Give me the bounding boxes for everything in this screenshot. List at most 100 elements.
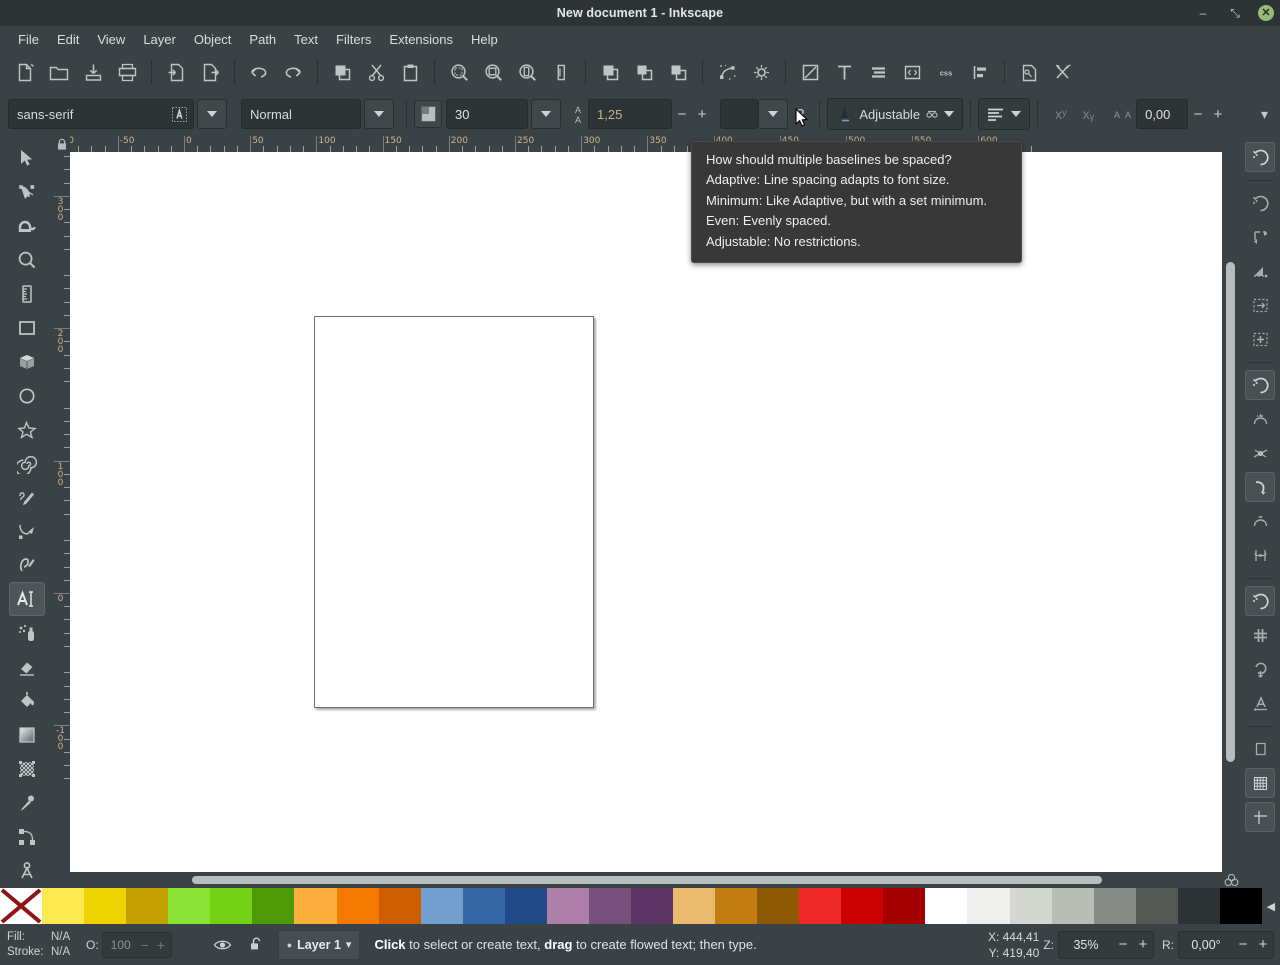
layers-dialog-icon[interactable] xyxy=(861,56,895,88)
line-spacing-input[interactable]: 1,25 xyxy=(588,99,672,129)
palette-swatch[interactable] xyxy=(337,888,379,924)
sticky-zoom-icon[interactable] xyxy=(1222,872,1240,888)
snap-bounding-box-toggle[interactable] xyxy=(1245,188,1275,218)
palette-swatch[interactable] xyxy=(757,888,799,924)
letter-spacing-increment[interactable]: + xyxy=(1208,106,1228,123)
subscript-button[interactable]: xᵧ xyxy=(1077,106,1101,122)
paste-icon[interactable] xyxy=(393,56,427,88)
new-document-icon[interactable] xyxy=(8,56,42,88)
horizontal-scrollbar-thumb[interactable] xyxy=(192,876,1102,884)
undo-icon[interactable] xyxy=(242,56,276,88)
horizontal-scrollbar[interactable] xyxy=(70,872,1222,888)
rotation-field[interactable]: 0,00° − + xyxy=(1178,931,1274,959)
zoom-field[interactable]: 35% − + xyxy=(1058,931,1154,959)
palette-swatch[interactable] xyxy=(589,888,631,924)
palette-swatch[interactable] xyxy=(1094,888,1136,924)
rotation-decrement[interactable]: − xyxy=(1233,936,1253,953)
menu-text[interactable]: Text xyxy=(285,29,327,50)
palette-swatch[interactable] xyxy=(673,888,715,924)
fill-stroke-indicator[interactable]: Fill:N/A Stroke:N/A xyxy=(0,930,84,960)
selector-tool[interactable] xyxy=(9,141,45,175)
lpe-tool[interactable] xyxy=(9,854,45,888)
palette-swatch[interactable] xyxy=(252,888,294,924)
align-dialog-icon[interactable] xyxy=(963,56,997,88)
menu-view[interactable]: View xyxy=(88,29,134,50)
palette-scroll-arrow[interactable]: ◀ xyxy=(1262,888,1280,924)
toolbar-overflow-button[interactable]: ▾ xyxy=(1261,106,1268,123)
ellipse-tool[interactable] xyxy=(9,379,45,413)
eraser-tool[interactable] xyxy=(9,650,45,684)
redo-icon[interactable] xyxy=(276,56,310,88)
fill-stroke-dialog-icon[interactable] xyxy=(793,56,827,88)
maximize-button[interactable]: ⤡ xyxy=(1226,4,1244,22)
letter-spacing-input[interactable]: 0,00 xyxy=(1136,99,1188,129)
stroke-to-path-icon[interactable] xyxy=(744,56,778,88)
palette-swatch[interactable] xyxy=(799,888,841,924)
box3d-tool[interactable] xyxy=(9,345,45,379)
horizontal-ruler[interactable]: -150-100-5005010015020025030035040045050… xyxy=(54,136,1240,152)
zoom-tool[interactable] xyxy=(9,243,45,277)
snap-bbox-edge-midpoints-toggle[interactable] xyxy=(1245,290,1275,320)
vertical-ruler[interactable]: 4003002001000-100 xyxy=(54,152,70,872)
spiral-tool[interactable] xyxy=(9,447,45,481)
copy-icon[interactable] xyxy=(325,56,359,88)
measure-tool[interactable] xyxy=(9,277,45,311)
line-spacing-decrement[interactable]: − xyxy=(672,106,692,123)
connector-tool[interactable] xyxy=(9,820,45,854)
menu-layer[interactable]: Layer xyxy=(134,29,185,50)
snap-bbox-corners-toggle[interactable] xyxy=(1245,256,1275,286)
duplicate-icon[interactable] xyxy=(593,56,627,88)
import-icon[interactable] xyxy=(159,56,193,88)
menu-path[interactable]: Path xyxy=(240,29,285,50)
menu-object[interactable]: Object xyxy=(185,29,241,50)
layer-selector[interactable]: ● Layer 1 ▾ xyxy=(278,930,361,960)
snap-object-centers-toggle[interactable] xyxy=(1245,620,1275,650)
palette-swatch[interactable] xyxy=(715,888,757,924)
node-tool[interactable] xyxy=(9,175,45,209)
menu-edit[interactable]: Edit xyxy=(48,29,88,50)
palette-swatch[interactable] xyxy=(925,888,967,924)
rotation-increment[interactable]: + xyxy=(1253,936,1273,953)
pencil-tool[interactable] xyxy=(9,481,45,515)
cut-icon[interactable] xyxy=(359,56,393,88)
palette-swatch[interactable] xyxy=(1010,888,1052,924)
palette-swatch[interactable] xyxy=(505,888,547,924)
gradient-tool[interactable] xyxy=(9,718,45,752)
close-button[interactable]: ✕ xyxy=(1258,5,1274,21)
opacity-control[interactable]: O: 100 − + xyxy=(86,932,172,958)
snap-to-cusp-nodes-toggle[interactable] xyxy=(1245,472,1275,502)
snap-paths-toggle[interactable] xyxy=(1245,404,1275,434)
palette-swatch[interactable] xyxy=(1220,888,1262,924)
zoom-increment[interactable]: + xyxy=(1133,936,1153,953)
snap-guides-toggle[interactable] xyxy=(1245,802,1275,832)
font-style-input[interactable]: Normal xyxy=(241,99,361,129)
preferences-icon[interactable] xyxy=(1046,56,1080,88)
text-and-font-dialog-icon[interactable] xyxy=(827,56,861,88)
layer-unlock-icon[interactable] xyxy=(240,931,274,959)
menu-filters[interactable]: Filters xyxy=(327,29,380,50)
palette-swatch[interactable] xyxy=(210,888,252,924)
snap-bbox-edges-toggle[interactable] xyxy=(1245,222,1275,252)
calligraphy-tool[interactable] xyxy=(9,548,45,582)
mesh-gradient-tool[interactable] xyxy=(9,752,45,786)
palette-swatch[interactable] xyxy=(1178,888,1220,924)
font-family-input[interactable]: sans-serif xyxy=(8,99,194,129)
palette-swatch[interactable] xyxy=(0,888,42,924)
color-palette[interactable]: ◀ xyxy=(0,888,1280,924)
snap-midpoints-line-segments-toggle[interactable] xyxy=(1245,540,1275,570)
rectangle-tool[interactable] xyxy=(9,311,45,345)
star-tool[interactable] xyxy=(9,413,45,447)
snap-rotation-centers-toggle[interactable] xyxy=(1245,654,1275,684)
font-size-input[interactable]: 30 xyxy=(446,99,528,129)
snap-grid-toggle[interactable] xyxy=(1245,768,1275,798)
layer-visibility-eye-icon[interactable] xyxy=(206,931,240,959)
export-icon[interactable] xyxy=(193,56,227,88)
palette-swatch[interactable] xyxy=(547,888,589,924)
drawing-canvas[interactable] xyxy=(70,152,1222,872)
dropper-tool[interactable] xyxy=(9,786,45,820)
print-document-icon[interactable] xyxy=(110,56,144,88)
document-page[interactable] xyxy=(314,316,594,708)
letter-spacing-decrement[interactable]: − xyxy=(1188,106,1208,123)
snap-nodes-paths-toggle[interactable] xyxy=(1245,370,1275,400)
palette-swatch[interactable] xyxy=(421,888,463,924)
